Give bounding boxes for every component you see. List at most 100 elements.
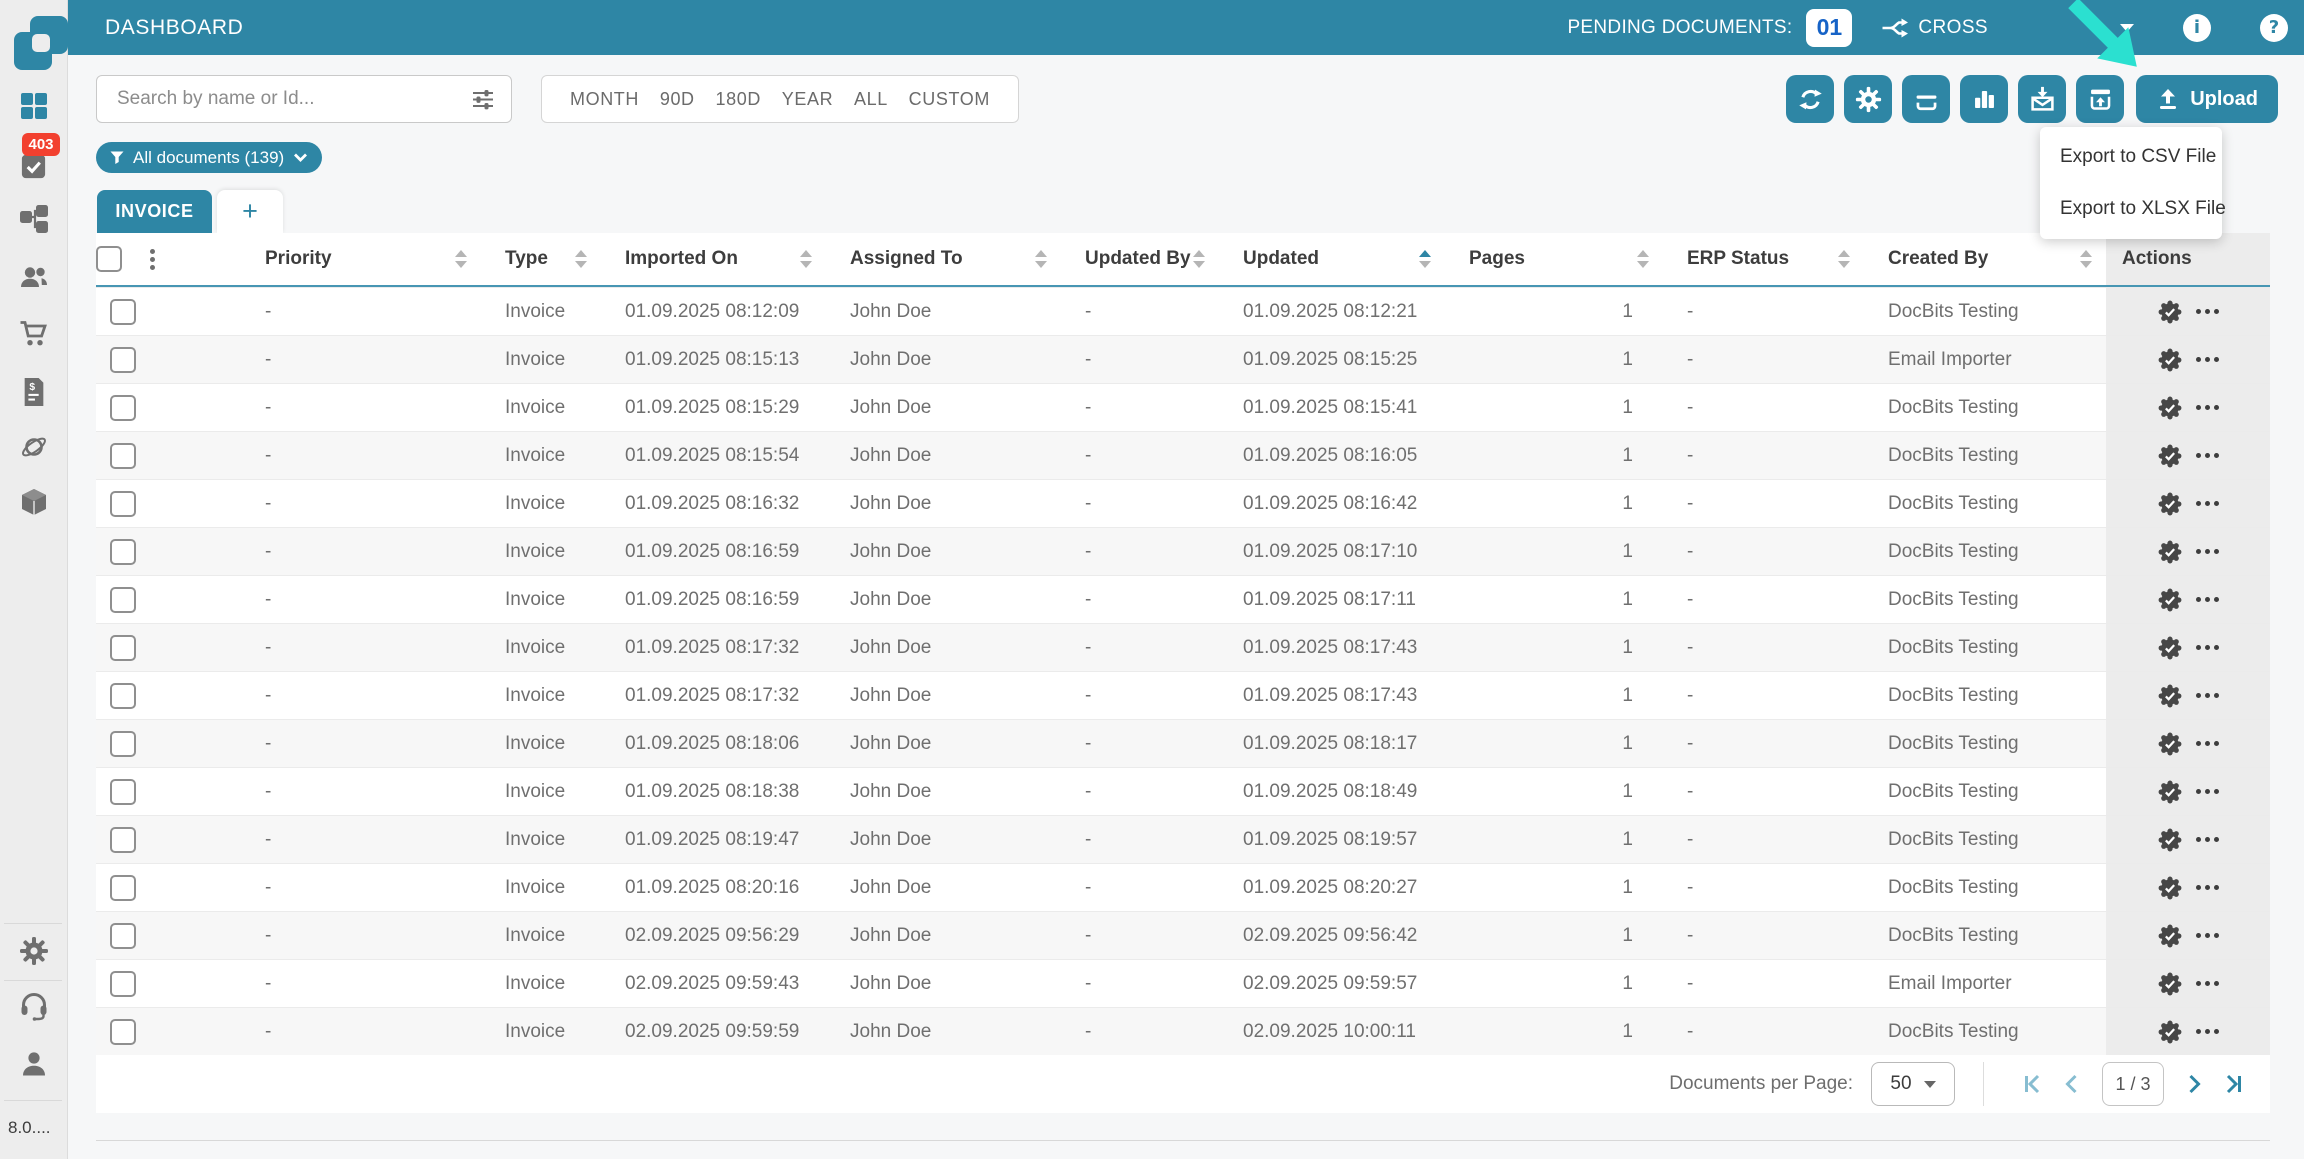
validation-badge-icon[interactable] [2157, 299, 2183, 325]
row-checkbox[interactable] [110, 539, 136, 565]
table-row[interactable]: - Invoice 01.09.2025 08:15:13 John Doe -… [96, 335, 2270, 383]
sidebar-item-dashboard[interactable] [18, 90, 50, 122]
menu-item-export-csv[interactable]: Export to CSV File [2040, 131, 2222, 183]
sidebar-item-workflow[interactable] [18, 203, 50, 235]
row-checkbox[interactable] [110, 731, 136, 757]
add-tab-button[interactable]: + [217, 190, 283, 233]
sidebar-item-network[interactable] [18, 431, 50, 463]
column-menu-kebab-icon[interactable] [150, 249, 155, 270]
row-checkbox[interactable] [110, 587, 136, 613]
row-checkbox[interactable] [110, 443, 136, 469]
export-button[interactable] [2076, 75, 2124, 123]
table-row[interactable]: - Invoice 01.09.2025 08:15:54 John Doe -… [96, 431, 2270, 479]
row-more-actions-icon[interactable] [2196, 357, 2219, 362]
help-icon[interactable]: ? [2260, 14, 2288, 42]
filter-custom-button[interactable]: CUSTOM [909, 89, 990, 110]
table-row[interactable]: - Invoice 01.09.2025 08:17:32 John Doe -… [96, 623, 2270, 671]
row-more-actions-icon[interactable] [2196, 693, 2219, 698]
sidebar-item-users[interactable] [18, 261, 50, 293]
column-header-type[interactable]: Type [481, 233, 601, 285]
row-more-actions-icon[interactable] [2196, 645, 2219, 650]
sort-icon[interactable] [575, 250, 587, 268]
sidebar-item-account[interactable] [18, 1048, 50, 1080]
row-more-actions-icon[interactable] [2196, 549, 2219, 554]
validation-badge-icon[interactable] [2157, 347, 2183, 373]
validation-badge-icon[interactable] [2157, 971, 2183, 997]
row-checkbox[interactable] [110, 971, 136, 997]
validation-badge-icon[interactable] [2157, 395, 2183, 421]
sidebar-item-packages[interactable] [18, 486, 50, 518]
column-header-created-by[interactable]: Created By [1864, 233, 2106, 285]
settings-button[interactable] [1844, 75, 1892, 123]
row-more-actions-icon[interactable] [2196, 789, 2219, 794]
row-checkbox[interactable] [110, 827, 136, 853]
sort-icon[interactable] [1637, 250, 1649, 268]
menu-item-export-xlsx[interactable]: Export to XLSX File [2040, 183, 2222, 235]
row-checkbox[interactable] [110, 491, 136, 517]
validation-badge-icon[interactable] [2157, 683, 2183, 709]
upload-button[interactable]: Upload [2136, 75, 2278, 123]
tab-invoice[interactable]: INVOICE [97, 190, 212, 233]
row-checkbox[interactable] [110, 875, 136, 901]
next-page-button[interactable] [2174, 1073, 2214, 1095]
row-checkbox[interactable] [110, 923, 136, 949]
validation-badge-icon[interactable] [2157, 443, 2183, 469]
sort-icon[interactable] [455, 250, 467, 268]
row-more-actions-icon[interactable] [2196, 981, 2219, 986]
filter-all-button[interactable]: ALL [854, 89, 888, 110]
column-header-erp-status[interactable]: ERP Status [1663, 233, 1864, 285]
info-icon[interactable]: i [2183, 14, 2211, 42]
search-input[interactable] [117, 88, 471, 110]
table-row[interactable]: - Invoice 02.09.2025 09:56:29 John Doe -… [96, 911, 2270, 959]
first-page-button[interactable] [2012, 1073, 2052, 1095]
validation-badge-icon[interactable] [2157, 827, 2183, 853]
documents-filter-chip[interactable]: All documents (139) [96, 142, 322, 173]
previous-page-button[interactable] [2052, 1073, 2092, 1095]
table-row[interactable]: - Invoice 01.09.2025 08:20:16 John Doe -… [96, 863, 2270, 911]
sort-icon[interactable] [1035, 250, 1047, 268]
row-checkbox[interactable] [110, 347, 136, 373]
chevron-down-icon[interactable] [2120, 24, 2134, 32]
row-more-actions-icon[interactable] [2196, 741, 2219, 746]
table-row[interactable]: - Invoice 01.09.2025 08:18:38 John Doe -… [96, 767, 2270, 815]
row-more-actions-icon[interactable] [2196, 501, 2219, 506]
column-header-imported-on[interactable]: Imported On [601, 233, 826, 285]
column-header-pages[interactable]: Pages [1445, 233, 1663, 285]
table-row[interactable]: - Invoice 02.09.2025 09:59:59 John Doe -… [96, 1007, 2270, 1055]
scan-button[interactable] [1902, 75, 1950, 123]
validation-badge-icon[interactable] [2157, 779, 2183, 805]
table-row[interactable]: - Invoice 01.09.2025 08:16:59 John Doe -… [96, 575, 2270, 623]
statistics-button[interactable] [1960, 75, 2008, 123]
row-checkbox[interactable] [110, 683, 136, 709]
column-header-updated-by[interactable]: Updated By [1061, 233, 1219, 285]
row-more-actions-icon[interactable] [2196, 933, 2219, 938]
sidebar-item-purchasing[interactable] [18, 318, 50, 350]
app-logo[interactable] [12, 14, 72, 72]
refresh-button[interactable] [1786, 75, 1834, 123]
row-more-actions-icon[interactable] [2196, 453, 2219, 458]
table-row[interactable]: - Invoice 01.09.2025 08:12:09 John Doe -… [96, 287, 2270, 335]
row-more-actions-icon[interactable] [2196, 405, 2219, 410]
workspace-selector[interactable]: CROSS [1880, 13, 1988, 43]
column-header-updated[interactable]: Updated [1219, 233, 1445, 285]
last-page-button[interactable] [2214, 1073, 2254, 1095]
row-more-actions-icon[interactable] [2196, 597, 2219, 602]
row-checkbox[interactable] [110, 1019, 136, 1045]
validation-badge-icon[interactable] [2157, 635, 2183, 661]
validation-badge-icon[interactable] [2157, 923, 2183, 949]
sidebar-item-settings[interactable] [18, 935, 50, 967]
table-row[interactable]: - Invoice 01.09.2025 08:16:59 John Doe -… [96, 527, 2270, 575]
validation-badge-icon[interactable] [2157, 539, 2183, 565]
pending-documents-count[interactable]: 01 [1806, 9, 1852, 47]
email-import-button[interactable] [2018, 75, 2066, 123]
filter-90d-button[interactable]: 90D [660, 89, 695, 110]
sort-icon[interactable] [2080, 250, 2092, 268]
row-more-actions-icon[interactable] [2196, 837, 2219, 842]
filter-180d-button[interactable]: 180D [715, 89, 760, 110]
table-row[interactable]: - Invoice 01.09.2025 08:16:32 John Doe -… [96, 479, 2270, 527]
filter-month-button[interactable]: MONTH [570, 89, 639, 110]
row-more-actions-icon[interactable] [2196, 1029, 2219, 1034]
filter-year-button[interactable]: YEAR [782, 89, 833, 110]
per-page-select[interactable]: 50 [1871, 1062, 1955, 1106]
row-checkbox[interactable] [110, 635, 136, 661]
